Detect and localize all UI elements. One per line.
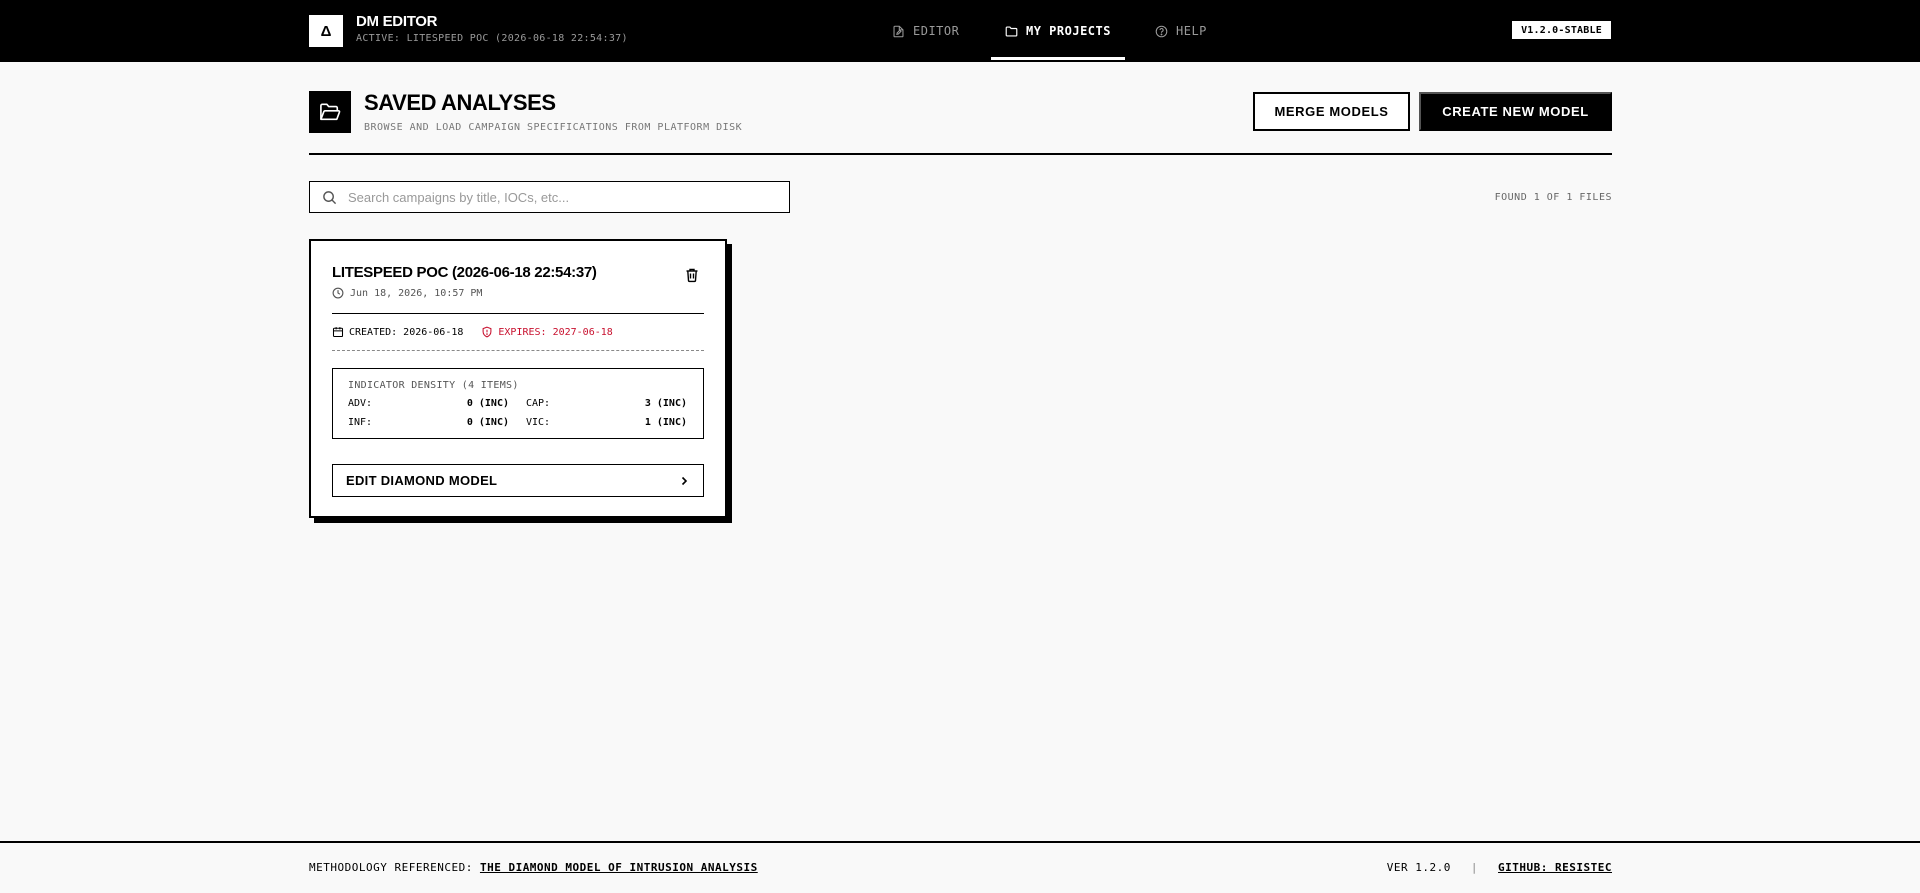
shield-icon [482,326,492,338]
nav-help[interactable]: HELP [1155,0,1207,62]
density-inf: INF: 0 (INC) [348,417,509,428]
edit-diamond-model-button[interactable]: EDIT DIAMOND MODEL [332,464,704,497]
footer-separator: | [1470,861,1479,874]
nav-editor[interactable]: EDITOR [892,0,959,62]
nav-my-projects-label: MY PROJECTS [1026,24,1111,38]
top-bar: Δ DM EDITOR ACTIVE: LITESPEED POC (2026-… [0,0,1920,62]
footer-meta: VER 1.2.0 | GITHUB: RESISTEC [1387,861,1612,874]
project-meta: CREATED: 2026-06-18 EXPIRES: 2027-06-18 [332,326,613,338]
app-logo[interactable]: Δ [309,15,343,47]
footer-divider [0,841,1920,843]
footer-methodology: METHODOLOGY REFERENCED: THE DIAMOND MODE… [309,861,758,874]
card-dashed-divider [332,350,704,351]
density-cap: CAP: 3 (INC) [526,398,687,409]
active-project-label: ACTIVE: LITESPEED POC (2026-06-18 22:54:… [356,33,628,44]
calendar-icon [332,327,344,338]
app-title: DM EDITOR [356,13,438,30]
header-divider [309,153,1612,155]
indicator-density: INDICATOR DENSITY (4 ITEMS) ADV: 0 (INC)… [332,368,704,439]
help-circle-icon [1155,25,1168,37]
create-new-model-button[interactable]: CREATE NEW MODEL [1419,92,1612,131]
card-divider [332,313,704,314]
page-subtitle: BROWSE AND LOAD CAMPAIGN SPECIFICATIONS … [364,122,743,133]
search-box[interactable] [309,181,790,213]
density-vic-value: 1 (INC) [644,417,687,428]
results-count: FOUND 1 OF 1 FILES [1494,192,1612,203]
density-cap-label: CAP: [526,398,551,409]
edit-file-icon [893,25,904,37]
project-title: LITESPEED POC (2026-06-18 22:54:37) [332,264,597,281]
indicator-density-title: INDICATOR DENSITY (4 ITEMS) [348,380,519,391]
density-adv-label: ADV: [348,398,373,409]
density-cap-value: 3 (INC) [644,398,687,409]
page-title: SAVED ANALYSES [364,90,556,115]
project-card[interactable]: LITESPEED POC (2026-06-18 22:54:37) Jun … [309,239,727,518]
merge-models-button[interactable]: MERGE MODELS [1253,92,1410,131]
version-badge: V1.2.0-STABLE [1512,21,1611,39]
methodology-prefix: METHODOLOGY REFERENCED: [309,861,473,874]
folder-icon [1005,25,1018,37]
density-vic: VIC: 1 (INC) [526,417,687,428]
edit-diamond-model-label: EDIT DIAMOND MODEL [346,473,498,488]
project-modified: Jun 18, 2026, 10:57 PM [332,287,482,299]
chevron-right-icon [681,476,688,485]
nav-help-label: HELP [1176,24,1207,38]
created-date-text: CREATED: 2026-06-18 [349,326,464,338]
methodology-link[interactable]: THE DIAMOND MODEL OF INTRUSION ANALYSIS [480,861,758,874]
density-vic-label: VIC: [526,417,551,428]
nav-my-projects[interactable]: MY PROJECTS [991,0,1125,62]
expires-date-text: EXPIRES: 2027-06-18 [498,326,613,338]
trash-icon[interactable] [684,267,700,283]
search-input[interactable] [348,182,778,212]
search-icon [323,191,337,205]
created-date: CREATED: 2026-06-18 [332,326,463,338]
density-inf-value: 0 (INC) [466,417,509,428]
folder-open-icon [309,91,351,133]
github-link[interactable]: GITHUB: RESISTEC [1498,861,1612,874]
footer-version: VER 1.2.0 [1386,861,1451,874]
density-adv-value: 0 (INC) [466,398,509,409]
clock-icon [332,287,344,299]
nav-editor-label: EDITOR [913,24,960,38]
density-inf-label: INF: [348,417,373,428]
density-adv: ADV: 0 (INC) [348,398,509,409]
expires-date: EXPIRES: 2027-06-18 [481,326,613,338]
project-modified-text: Jun 18, 2026, 10:57 PM [350,287,483,299]
